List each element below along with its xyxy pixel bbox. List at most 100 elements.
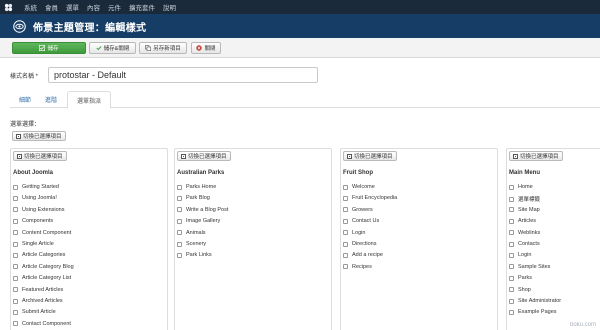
menu-item-checkbox[interactable]	[343, 184, 348, 190]
menu-item-checkbox[interactable]	[509, 287, 514, 293]
menu-item-checkbox[interactable]	[177, 184, 182, 190]
menu-item-row[interactable]: Weblinks	[509, 230, 540, 236]
menu-item-row[interactable]: Park Blog	[177, 195, 210, 201]
menu-item-checkbox[interactable]	[343, 218, 348, 224]
toggle-menu-button[interactable]: 切換已選擇項目	[343, 151, 397, 161]
toggle-all-button[interactable]: 切換已選擇項目	[12, 131, 66, 141]
style-name-input[interactable]: protostar - Default	[48, 67, 318, 83]
menu-item-row[interactable]: Archived Articles	[13, 298, 63, 304]
menu-item-checkbox[interactable]	[509, 309, 514, 315]
menu-item-checkbox[interactable]	[13, 241, 18, 247]
menu-item-row[interactable]: Contact Us	[343, 218, 379, 224]
menu-item-row[interactable]: Fruit Encyclopedia	[343, 195, 397, 201]
menu-item-row[interactable]: Animals	[177, 230, 206, 236]
menu-item-row[interactable]: Parks Home	[177, 184, 216, 190]
menu-item-row[interactable]: Contacts	[509, 241, 540, 247]
joomla-logo-icon[interactable]	[0, 0, 16, 14]
save-close-button[interactable]: 儲存&關閉	[89, 42, 136, 54]
menu-item-row[interactable]: Components	[13, 218, 53, 224]
menu-item-checkbox[interactable]	[509, 230, 514, 236]
menu-item-checkbox[interactable]	[509, 264, 514, 270]
menu-item-checkbox[interactable]	[13, 184, 18, 190]
save-button[interactable]: 儲存	[12, 42, 86, 54]
menu-item-checkbox[interactable]	[177, 195, 182, 201]
menu-item-checkbox[interactable]	[343, 241, 348, 247]
menu-content[interactable]: 內容	[87, 2, 100, 12]
menu-item-checkbox[interactable]	[177, 218, 182, 224]
menu-item-row[interactable]: Login	[343, 230, 365, 236]
menu-item-row[interactable]: Articles	[509, 218, 536, 224]
menu-item-checkbox[interactable]	[343, 252, 348, 258]
menu-item-checkbox[interactable]	[509, 196, 514, 202]
menu-item-checkbox[interactable]	[177, 241, 182, 247]
menu-item-row[interactable]: Home	[509, 184, 533, 190]
menu-item-row[interactable]: Using Extensions	[13, 207, 65, 213]
menu-item-checkbox[interactable]	[13, 218, 18, 224]
menu-item-row[interactable]: Scenery	[177, 241, 206, 247]
menu-item-row[interactable]: Site Administrator	[509, 298, 561, 304]
menu-item-checkbox[interactable]	[343, 195, 348, 201]
menu-item-row[interactable]: Shop	[509, 287, 531, 293]
menu-item-checkbox[interactable]	[509, 275, 514, 281]
menu-help[interactable]: 說明	[163, 2, 176, 12]
menu-item-row[interactable]: Site Map	[509, 207, 540, 213]
menu-item-row[interactable]: Contact Component	[13, 321, 71, 327]
menu-item-checkbox[interactable]	[13, 252, 18, 258]
menu-item-row[interactable]: Directions	[343, 241, 376, 247]
menu-item-checkbox[interactable]	[509, 298, 514, 304]
menu-item-row[interactable]: Login	[509, 252, 531, 258]
menu-item-checkbox[interactable]	[343, 207, 348, 213]
save-as-copy-button[interactable]: 另存新項目	[139, 42, 187, 54]
toggle-menu-button[interactable]: 切換已選擇項目	[13, 151, 67, 161]
menu-item-row[interactable]: Write a Blog Post	[177, 207, 228, 213]
menu-item-checkbox[interactable]	[13, 287, 18, 293]
tab-advanced[interactable]: 進階	[40, 91, 62, 108]
toggle-menu-button[interactable]: 切換已選擇項目	[177, 151, 231, 161]
menu-item-row[interactable]: Article Category List	[13, 275, 71, 281]
menu-menus[interactable]: 選單	[66, 2, 79, 12]
menu-item-row[interactable]: Add a recipe	[343, 252, 383, 258]
menu-item-row[interactable]: Sample Sites	[509, 264, 550, 270]
menu-item-row[interactable]: Growers	[343, 207, 373, 213]
menu-system[interactable]: 系統	[24, 2, 37, 12]
menu-item-row[interactable]: Featured Articles	[13, 287, 63, 293]
menu-item-checkbox[interactable]	[509, 241, 514, 247]
menu-item-row[interactable]: Single Article	[13, 241, 54, 247]
menu-item-row[interactable]: Submit Article	[13, 309, 56, 315]
menu-item-checkbox[interactable]	[13, 195, 18, 201]
menu-item-row[interactable]: Image Gallery	[177, 218, 220, 224]
menu-item-checkbox[interactable]	[13, 230, 18, 236]
menu-item-row[interactable]: Welcome	[343, 184, 375, 190]
menu-item-checkbox[interactable]	[13, 207, 18, 213]
menu-components[interactable]: 元件	[108, 2, 121, 12]
menu-item-row[interactable]: Example Pages	[509, 309, 557, 315]
menu-item-row[interactable]: Using Joomla!	[13, 195, 57, 201]
toggle-menu-button[interactable]: 切換已選擇項目	[509, 151, 563, 161]
menu-item-checkbox[interactable]	[343, 264, 348, 270]
tab-menu-assignment[interactable]: 選單指派	[67, 91, 111, 109]
menu-item-checkbox[interactable]	[509, 184, 514, 190]
menu-item-checkbox[interactable]	[509, 218, 514, 224]
menu-users[interactable]: 會員	[45, 2, 58, 12]
menu-item-row[interactable]: Park Links	[177, 252, 212, 258]
menu-item-checkbox[interactable]	[13, 298, 18, 304]
tab-details[interactable]: 細節	[14, 91, 36, 108]
menu-item-checkbox[interactable]	[13, 321, 18, 327]
menu-extensions[interactable]: 擴充套件	[129, 2, 155, 12]
menu-item-row[interactable]: Content Component	[13, 230, 71, 236]
menu-item-checkbox[interactable]	[13, 264, 18, 270]
close-button[interactable]: 關閉	[191, 42, 221, 54]
menu-item-row[interactable]: Parks	[509, 275, 532, 281]
menu-item-checkbox[interactable]	[509, 252, 514, 258]
menu-item-checkbox[interactable]	[13, 309, 18, 315]
menu-item-checkbox[interactable]	[343, 230, 348, 236]
menu-item-checkbox[interactable]	[177, 230, 182, 236]
menu-item-checkbox[interactable]	[13, 275, 18, 281]
menu-item-checkbox[interactable]	[177, 252, 182, 258]
menu-item-row[interactable]: Article Category Blog	[13, 264, 74, 270]
menu-item-row[interactable]: Getting Started	[13, 184, 59, 190]
menu-item-row[interactable]: Article Categories	[13, 252, 65, 258]
menu-item-row[interactable]: 選單標籤	[509, 195, 540, 203]
menu-item-row[interactable]: Recipes	[343, 264, 372, 270]
menu-item-checkbox[interactable]	[509, 207, 514, 213]
